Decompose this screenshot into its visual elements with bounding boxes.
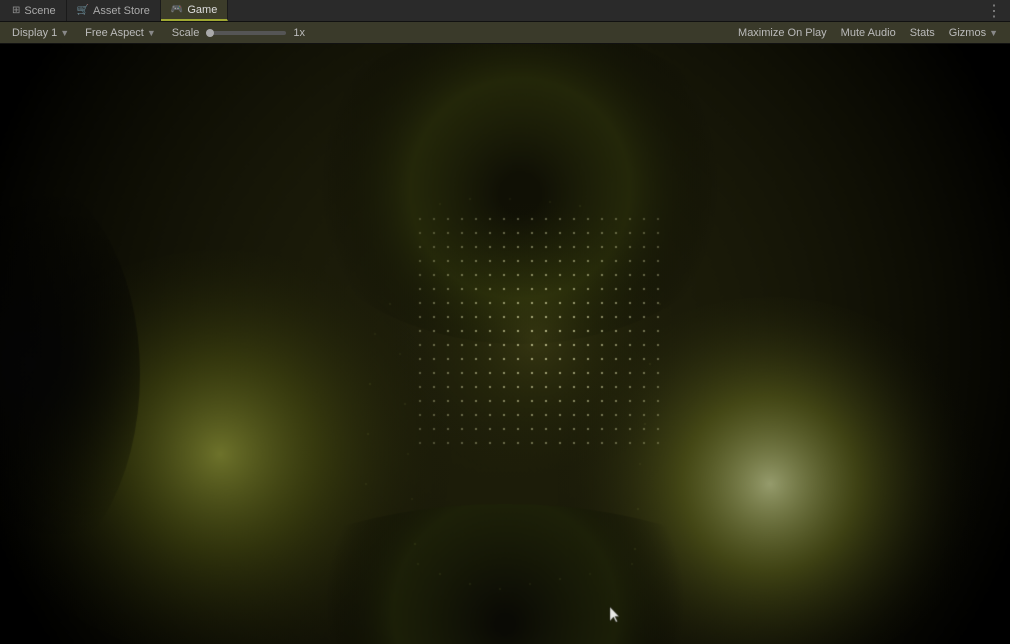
- tab-bar: ⊞ Scene 🛒 Asset Store 🎮 Game ⋮: [0, 0, 1010, 22]
- tab-asset-store[interactable]: 🛒 Asset Store: [67, 0, 161, 21]
- mute-audio-button[interactable]: Mute Audio: [835, 26, 902, 40]
- aspect-chevron-icon: ▼: [147, 28, 156, 38]
- tab-more-button[interactable]: ⋮: [978, 1, 1010, 21]
- tab-scene[interactable]: ⊞ Scene: [2, 0, 67, 21]
- stats-button[interactable]: Stats: [904, 26, 941, 40]
- asset-store-icon: 🛒: [77, 5, 89, 16]
- aspect-dropdown[interactable]: Free Aspect ▼: [79, 25, 162, 41]
- toolbar-right: Maximize On Play Mute Audio Stats Gizmos…: [732, 25, 1004, 41]
- game-icon: 🎮: [171, 4, 183, 15]
- maximize-on-play-button[interactable]: Maximize On Play: [732, 26, 833, 40]
- display-dropdown[interactable]: Display 1 ▼: [6, 25, 75, 41]
- scale-slider-thumb: [206, 29, 214, 37]
- tab-game[interactable]: 🎮 Game: [161, 0, 228, 21]
- scene-canvas: [0, 44, 1010, 644]
- toolbar: Display 1 ▼ Free Aspect ▼ Scale 1x Maxim…: [0, 22, 1010, 44]
- gizmos-dropdown[interactable]: Gizmos ▼: [943, 25, 1004, 41]
- scene-icon: ⊞: [12, 5, 20, 16]
- game-viewport[interactable]: [0, 44, 1010, 644]
- scale-slider[interactable]: [206, 31, 286, 35]
- gizmos-chevron-icon: ▼: [989, 28, 998, 38]
- display-chevron-icon: ▼: [60, 28, 69, 38]
- scale-control: Scale 1x: [166, 25, 311, 41]
